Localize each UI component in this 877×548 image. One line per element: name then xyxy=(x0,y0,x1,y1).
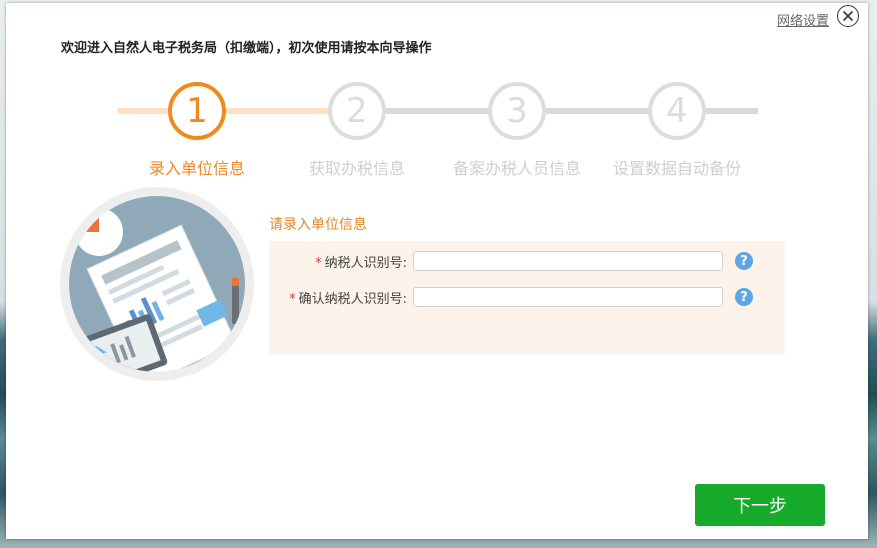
help-icon[interactable]: ? xyxy=(735,252,753,270)
form-title: 请录入单位信息 xyxy=(269,217,367,233)
network-settings-link[interactable]: 网络设置 xyxy=(777,10,829,29)
welcome-text: 欢迎进入自然人电子税务局（扣缴端），初次使用请按本向导操作 xyxy=(61,41,432,56)
close-icon xyxy=(842,10,854,22)
taxpayer-id-label: * 纳税人识别号: xyxy=(269,252,407,271)
setup-wizard-dialog: 网络设置 欢迎进入自然人电子税务局（扣缴端），初次使用请按本向导操作 1 2 3… xyxy=(6,3,868,539)
company-info-form: * 纳税人识别号: ? * 确认纳税人识别号: ? xyxy=(269,241,785,354)
step-3-circle: 3 xyxy=(488,82,546,140)
confirm-taxpayer-id-label-text: 确认纳税人识别号: xyxy=(298,292,407,307)
step-2-circle: 2 xyxy=(328,82,386,140)
required-mark: * xyxy=(315,256,322,271)
required-mark: * xyxy=(289,292,296,307)
taxpayer-id-input[interactable] xyxy=(413,251,723,271)
document-illustration xyxy=(60,187,254,381)
confirm-taxpayer-id-label: * 确认纳税人识别号: xyxy=(269,288,407,307)
taxpayer-id-label-text: 纳税人识别号: xyxy=(324,256,407,271)
confirm-taxpayer-id-input[interactable] xyxy=(413,287,723,307)
step-1-circle: 1 xyxy=(168,82,226,140)
step-4-label: 设置数据自动备份 xyxy=(612,159,741,178)
step-4-circle: 4 xyxy=(648,82,706,140)
next-button[interactable]: 下一步 xyxy=(695,484,825,526)
help-icon[interactable]: ? xyxy=(735,288,753,306)
close-button[interactable] xyxy=(837,5,859,27)
